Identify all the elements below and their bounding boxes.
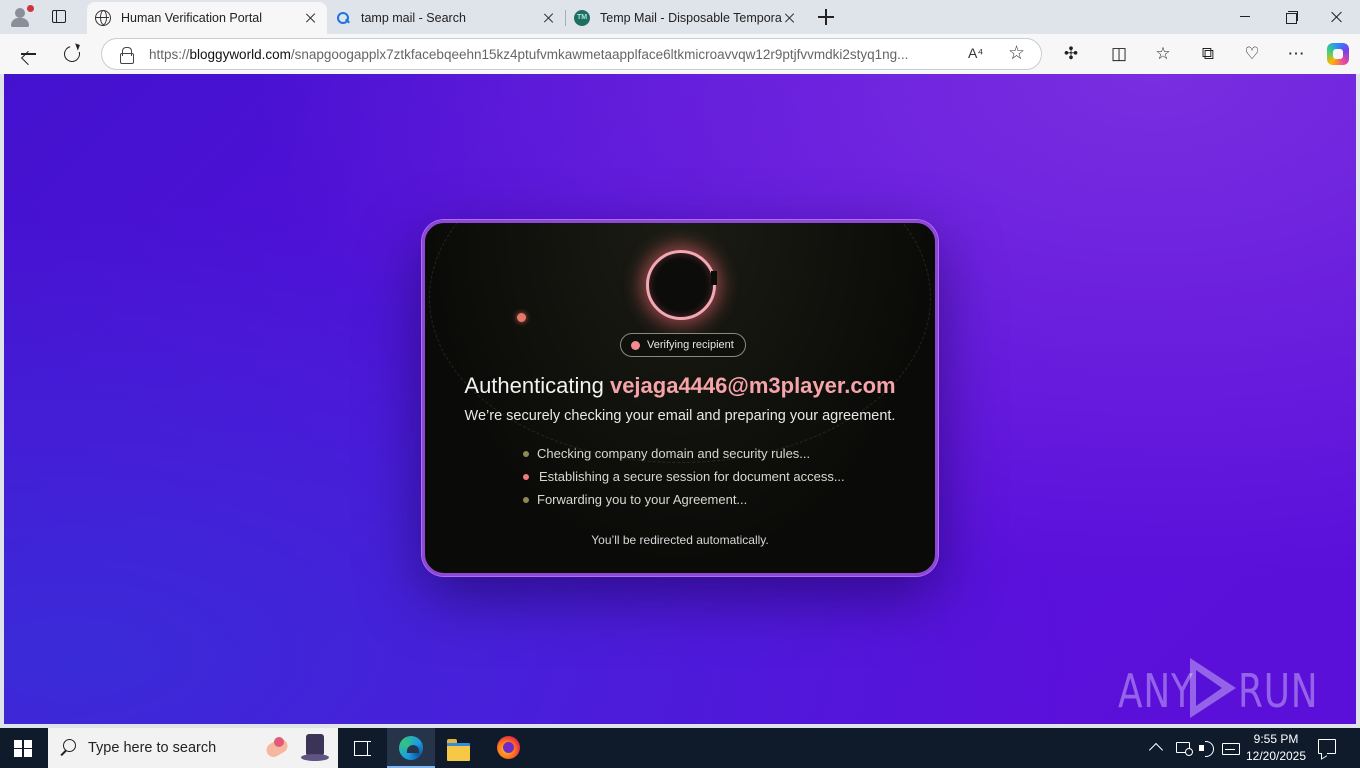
tab-close-icon[interactable]: [541, 10, 557, 26]
edge-icon[interactable]: [387, 728, 435, 768]
search-placeholder: Type here to search: [88, 740, 217, 756]
tab-actions-icon[interactable]: [50, 8, 68, 26]
system-clock[interactable]: 9:55 PM 12/20/2025: [1244, 731, 1308, 765]
clock-time: 9:55 PM: [1253, 732, 1299, 746]
top-hat-icon: [300, 732, 330, 764]
split-screen-icon[interactable]: ◫: [1107, 42, 1131, 66]
more-menu-icon[interactable]: ⋯: [1284, 42, 1308, 66]
browser-toolbar: https://bloggyworld.com/snapgoogapplx7zt…: [0, 34, 1360, 74]
clock-date: 12/20/2025: [1245, 749, 1307, 763]
headline-prefix: Authenticating: [464, 373, 604, 398]
close-window-icon[interactable]: [1314, 0, 1360, 34]
address-bar[interactable]: https://bloggyworld.com/snapgoogapplx7zt…: [101, 38, 1042, 70]
tab-human-verification[interactable]: Human Verification Portal: [87, 2, 327, 34]
glow-dot-icon: [517, 313, 526, 322]
file-explorer-icon[interactable]: [435, 728, 483, 768]
loading-spinner-icon: [646, 250, 717, 320]
list-item: Checking company domain and security rul…: [523, 445, 853, 468]
lock-icon[interactable]: [120, 47, 134, 64]
tab-temp-mail[interactable]: TM Temp Mail - Disposable Temporary: [566, 2, 806, 34]
restore-icon[interactable]: [1268, 0, 1314, 34]
tab-close-icon[interactable]: [303, 10, 319, 26]
tab-strip: Human Verification Portal tamp mail - Se…: [0, 0, 1360, 34]
taskbar: Type here to search 9:55 PM 12/20/2025: [0, 728, 1360, 768]
back-icon[interactable]: [12, 40, 42, 68]
progress-steps: Checking company domain and security rul…: [523, 445, 853, 514]
status-dot-icon: [631, 341, 640, 350]
tab-search[interactable]: tamp mail - Search: [327, 2, 565, 34]
play-icon: [1190, 658, 1236, 718]
tab-title: Temp Mail - Disposable Temporary: [600, 11, 782, 25]
volume-icon[interactable]: [1199, 740, 1215, 757]
temp-mail-icon: TM: [574, 10, 590, 26]
page-viewport: Verifying recipient Authenticating vejag…: [4, 74, 1356, 724]
profile-avatar-icon[interactable]: [8, 5, 34, 29]
list-item: Establishing a secure session for docume…: [523, 468, 853, 491]
list-item: Forwarding you to your Agreement...: [523, 491, 853, 514]
step-label: Checking company domain and security rul…: [537, 446, 811, 461]
firefox-icon[interactable]: [484, 728, 532, 768]
taskbar-search-box[interactable]: Type here to search: [48, 728, 338, 768]
watermark-text-left: ANY: [1118, 664, 1194, 718]
favorites-icon[interactable]: ☆: [1151, 42, 1175, 66]
bullet-dot-icon: [523, 474, 529, 480]
task-view-icon[interactable]: [338, 728, 386, 768]
tab-title: Human Verification Portal: [121, 11, 263, 25]
refresh-icon[interactable]: [57, 40, 87, 68]
network-icon[interactable]: [1176, 740, 1193, 756]
bullet-dot-icon: [523, 451, 529, 457]
notifications-icon[interactable]: [1318, 739, 1336, 754]
subtitle: We’re securely checking your email and p…: [464, 408, 896, 424]
extensions-icon[interactable]: ✣: [1059, 42, 1083, 66]
status-badge: Verifying recipient: [620, 333, 746, 357]
verification-card: Verifying recipient Authenticating vejag…: [422, 220, 938, 576]
step-label: Establishing a secure session for docume…: [539, 469, 845, 484]
chevron-up-icon[interactable]: [1148, 742, 1164, 758]
watermark-text-right: RUN: [1238, 664, 1319, 718]
status-badge-label: Verifying recipient: [647, 339, 734, 351]
redirect-note: You’ll be redirected automatically.: [591, 533, 769, 547]
anyrun-watermark-logo: ANY RUN: [1118, 656, 1318, 718]
page-title: Authenticating vejaga4446@m3player.com: [425, 373, 935, 399]
windows-start-icon[interactable]: [14, 740, 32, 757]
bullet-dot-icon: [523, 497, 529, 503]
url-text[interactable]: https://bloggyworld.com/snapgoogapplx7zt…: [149, 47, 949, 62]
keyboard-icon[interactable]: [1222, 740, 1240, 756]
search-highlight-icon: [262, 733, 292, 763]
step-label: Forwarding you to your Agreement...: [537, 492, 748, 507]
read-aloud-icon[interactable]: A⁴: [968, 45, 983, 61]
tab-close-icon[interactable]: [782, 10, 798, 26]
collections-icon[interactable]: ⧉: [1196, 42, 1220, 66]
globe-icon: [95, 10, 111, 26]
new-tab-icon[interactable]: [817, 8, 835, 26]
search-icon: [335, 10, 351, 26]
favorite-star-icon[interactable]: ☆: [1008, 42, 1025, 65]
tab-title: tamp mail - Search: [361, 11, 466, 25]
browser-essentials-icon[interactable]: ♡: [1240, 42, 1264, 66]
search-icon: [60, 739, 76, 755]
copilot-icon[interactable]: [1327, 43, 1349, 65]
minimize-icon[interactable]: [1222, 0, 1268, 34]
recipient-email: vejaga4446@m3player.com: [609, 373, 896, 398]
